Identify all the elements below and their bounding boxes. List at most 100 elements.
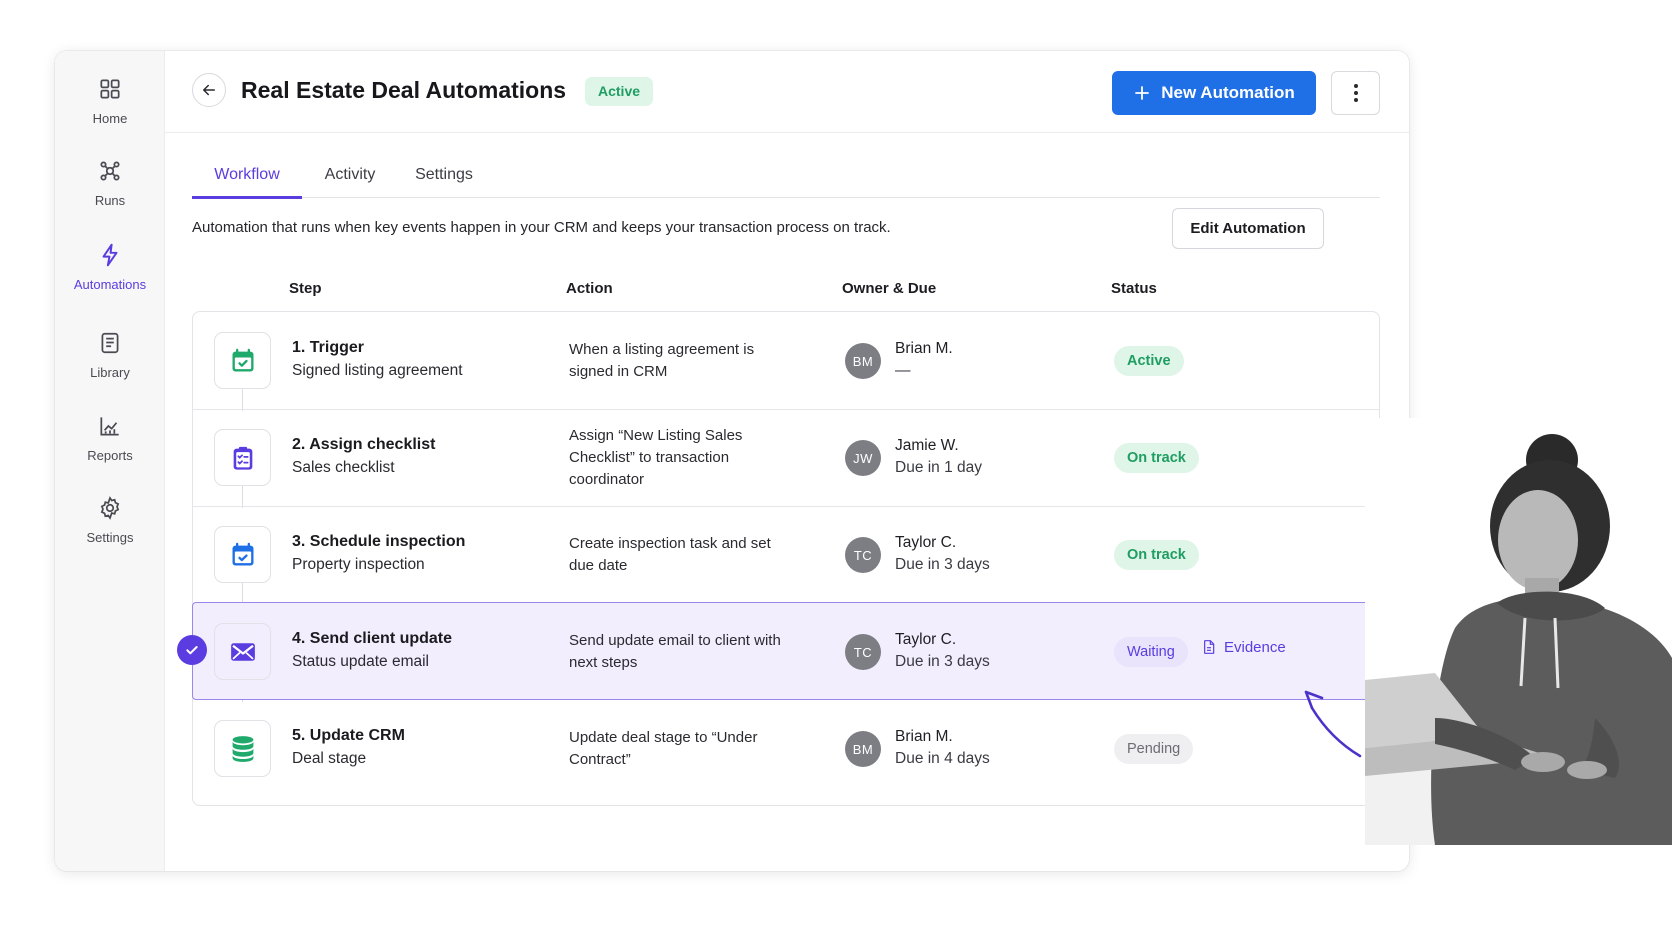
plus-icon (1135, 86, 1150, 100)
sidebar-label-automations: Automations (73, 277, 147, 292)
tab-bar: Workflow Activity Settings (192, 155, 1380, 199)
workflow-table: 1. Trigger Signed listing agreement When… (177, 311, 1380, 806)
new-automation-button[interactable]: New Automation (1112, 71, 1316, 115)
main-content: Real Estate Deal Automations Active New … (165, 51, 1409, 871)
sidebar-item-reports[interactable]: Reports (55, 413, 165, 463)
step-icon-box (214, 526, 271, 583)
table-row[interactable]: 3. Schedule inspection Property inspecti… (193, 506, 1379, 604)
column-header-status: Status (1111, 280, 1157, 297)
sidebar-label-home: Home (92, 111, 128, 126)
step-action: Create inspection task and set due date (569, 535, 771, 574)
document-icon (1204, 640, 1215, 654)
step-title: 4. Send client update (292, 630, 453, 647)
status-badge: Active (585, 77, 654, 106)
library-icon (101, 332, 119, 354)
table-row[interactable]: 1. Trigger Signed listing agreement When… (193, 312, 1379, 410)
step-action: Update deal stage to “Under Contract” (569, 729, 758, 768)
page-header: Real Estate Deal Automations Active New … (165, 51, 1409, 133)
database-icon (232, 735, 253, 762)
grid-icon (100, 79, 120, 99)
tab-workflow[interactable]: Workflow (192, 155, 302, 199)
owner-due: — (895, 362, 911, 379)
table-row[interactable]: 2. Assign checklist Sales checklist Assi… (193, 409, 1379, 507)
owner-name: Taylor C. (895, 534, 957, 551)
step-icon-box (214, 720, 271, 777)
sidebar-item-library[interactable]: Library (55, 330, 165, 380)
mail-icon (230, 642, 255, 661)
sidebar-item-runs[interactable]: Runs (55, 158, 165, 208)
owner-due: Due in 3 days (895, 556, 990, 573)
avatar: TC (845, 634, 881, 670)
owner-due: Due in 3 days (895, 653, 990, 670)
sidebar-label-reports: Reports (87, 448, 133, 463)
tab-settings[interactable]: Settings (404, 155, 484, 199)
sidebar-item-settings[interactable]: Settings (55, 495, 165, 545)
step-title: 3. Schedule inspection (292, 533, 466, 550)
evidence-link-label: Evidence (1224, 638, 1286, 656)
table-row-selected[interactable]: 4. Send client update Status update emai… (177, 602, 1380, 700)
pointer-arrow-icon (1304, 690, 1362, 758)
step-icon-box (214, 429, 271, 486)
reports-icon (100, 417, 119, 436)
avatar: TC (845, 537, 881, 573)
tab-activity[interactable]: Activity (310, 155, 390, 199)
kebab-menu-icon (1353, 84, 1358, 102)
selected-check-badge (177, 635, 207, 665)
status-badge: Active (1114, 346, 1184, 376)
owner-name: Brian M. (895, 340, 953, 357)
avatar: JW (845, 440, 881, 476)
column-header-step: Step (289, 280, 322, 297)
stage: Home Runs Automations Library Reports Se… (0, 0, 1672, 941)
sidebar-item-automations[interactable]: Automations (55, 242, 165, 292)
status-badge: Pending (1114, 734, 1194, 764)
column-header-action: Action (566, 280, 613, 297)
back-button[interactable] (192, 73, 226, 107)
step-icon-box (214, 623, 271, 680)
page-title: Real Estate Deal Automations (241, 77, 567, 103)
step-title: 2. Assign checklist (292, 436, 436, 453)
step-icon-box (214, 332, 271, 389)
edit-automation-button[interactable]: Edit Automation (1172, 208, 1324, 249)
avatar: BM (845, 731, 881, 767)
status-badge: Waiting (1114, 637, 1188, 667)
step-subtitle: Status update email (292, 653, 430, 670)
owner-name: Brian M. (895, 728, 953, 745)
status-badge: On track (1114, 443, 1199, 473)
owner-name: Jamie W. (895, 437, 959, 454)
step-title: 1. Trigger (292, 339, 365, 356)
step-title: 5. Update CRM (292, 727, 405, 744)
step-subtitle: Sales checklist (292, 459, 395, 476)
step-subtitle: Signed listing agreement (292, 362, 463, 379)
new-automation-label: New Automation (1161, 83, 1295, 102)
app-window: Home Runs Automations Library Reports Se… (55, 51, 1409, 871)
person-photo (1365, 418, 1672, 845)
column-header-owner: Owner & Due (842, 280, 937, 297)
step-action: When a listing agreement is signed in CR… (569, 341, 755, 380)
step-subtitle: Property inspection (292, 556, 425, 573)
step-action: Send update email to client with next st… (569, 632, 781, 671)
sidebar-item-home[interactable]: Home (55, 76, 165, 126)
automation-description: Automation that runs when key events hap… (192, 219, 891, 236)
owner-name: Taylor C. (895, 631, 957, 648)
runs-icon (100, 161, 120, 181)
calendar-check-icon (232, 348, 253, 371)
table-row[interactable]: 5. Update CRM Deal stage Update deal sta… (193, 700, 1379, 798)
calendar-icon (232, 542, 253, 565)
more-options-button[interactable] (1331, 71, 1380, 115)
clipboard-icon (233, 446, 252, 470)
evidence-link[interactable]: Evidence (1201, 638, 1286, 656)
sidebar-label-runs: Runs (94, 193, 126, 208)
step-action: Assign “New Listing Sales Checklist” to … (569, 427, 743, 488)
status-badge: On track (1114, 540, 1199, 570)
sidebar-label-library: Library (90, 365, 130, 380)
check-icon (186, 646, 198, 655)
sidebar: Home Runs Automations Library Reports Se… (55, 51, 165, 871)
lightning-icon (102, 243, 118, 267)
avatar: BM (845, 343, 881, 379)
owner-due: Due in 4 days (895, 750, 990, 767)
arrow-left-icon (203, 84, 215, 96)
sidebar-label-settings: Settings (86, 530, 134, 545)
step-subtitle: Deal stage (292, 750, 367, 767)
gear-icon (100, 496, 120, 520)
owner-due: Due in 1 day (895, 459, 983, 476)
